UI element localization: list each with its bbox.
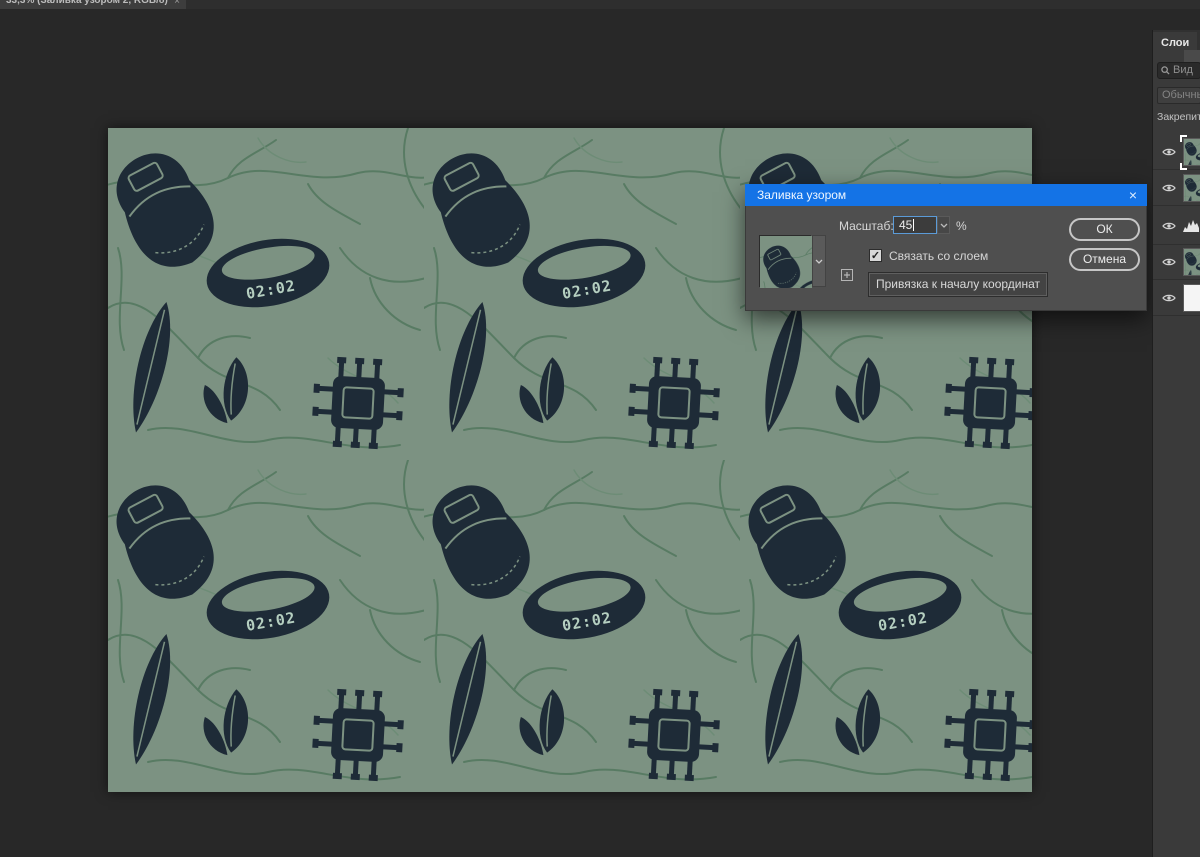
layer-filter-field[interactable]: Вид — [1157, 62, 1200, 79]
lock-label: Закрепить — [1157, 111, 1200, 123]
link-with-layer-checkbox[interactable]: ✓ — [869, 249, 882, 262]
layer-visibility-eye-icon[interactable] — [1162, 147, 1176, 157]
layer-visibility-eye-icon[interactable] — [1162, 257, 1176, 267]
dialog-close-icon[interactable]: × — [1129, 184, 1137, 206]
layer-row[interactable] — [1153, 281, 1200, 316]
link-with-layer-label: Связать со слоем — [889, 249, 988, 263]
layer-visibility-eye-icon[interactable] — [1162, 293, 1176, 303]
layer-row[interactable] — [1153, 207, 1200, 245]
text-caret — [913, 219, 914, 231]
panel-next-tab-partial[interactable] — [1184, 50, 1200, 62]
pattern-swatch[interactable] — [759, 235, 811, 287]
chevron-down-icon — [815, 259, 823, 264]
scale-dropdown-button[interactable] — [937, 216, 950, 234]
layer-thumbnail-pattern[interactable] — [1183, 248, 1200, 276]
blend-mode-select[interactable]: Обычные — [1157, 87, 1200, 104]
document-tab-title: 33,3% (Заливка узором 2, RGB/8) — [6, 0, 186, 7]
scale-label: Масштаб: — [839, 219, 894, 233]
snap-to-origin-button[interactable]: Привязка к началу координат — [869, 273, 1047, 296]
dialog-title: Заливка узором — [757, 188, 846, 202]
selected-layer-brackets — [1180, 135, 1200, 170]
plus-box-icon — [841, 269, 853, 281]
ok-button[interactable]: ОК — [1069, 218, 1140, 241]
pattern-fill-dialog: Заливка узором × Масштаб: 45 % ✓ Связать… — [745, 184, 1147, 311]
layer-row[interactable] — [1153, 245, 1200, 280]
search-icon — [1161, 66, 1170, 75]
layer-row[interactable] — [1153, 135, 1200, 170]
check-icon: ✓ — [871, 250, 880, 262]
layers-panel: Слои Вид Обычные Закрепить — [1152, 30, 1200, 857]
pattern-swatch-preview — [760, 236, 812, 288]
filter-label: Вид — [1173, 63, 1193, 78]
layer-thumbnail-histogram-icon[interactable] — [1183, 219, 1199, 232]
document-tab[interactable]: 33,3% (Заливка узором 2, RGB/8) × — [0, 0, 186, 9]
layer-thumbnail-white[interactable] — [1183, 284, 1200, 312]
percent-sign: % — [956, 219, 967, 233]
scale-input[interactable]: 45 — [893, 216, 937, 234]
layer-thumbnail-pattern[interactable] — [1183, 174, 1200, 202]
cancel-button[interactable]: Отмена — [1069, 248, 1140, 271]
panel-tab-strip: Слои — [1153, 30, 1200, 56]
layer-row[interactable] — [1153, 171, 1200, 206]
dialog-title-bar[interactable]: Заливка узором × — [745, 184, 1147, 206]
snap-origin-plus-icon[interactable] — [841, 268, 853, 286]
document-tab-bar: 33,3% (Заливка узором 2, RGB/8) × — [0, 0, 1200, 9]
layer-visibility-eye-icon[interactable] — [1162, 221, 1176, 231]
chevron-down-icon — [940, 223, 948, 228]
pattern-picker-dropdown-button[interactable] — [812, 235, 826, 287]
layer-visibility-eye-icon[interactable] — [1162, 183, 1176, 193]
document-tab-close-icon[interactable]: × — [174, 0, 180, 7]
